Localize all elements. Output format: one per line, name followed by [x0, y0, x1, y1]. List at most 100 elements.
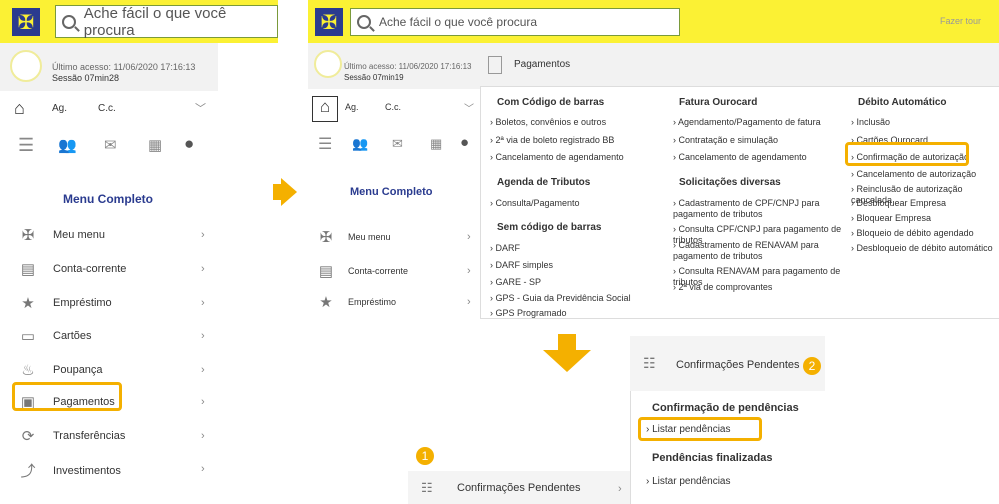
- bb-menu-icon: ✠: [21, 227, 35, 244]
- step-badge-1: 1: [416, 447, 434, 465]
- payment-link[interactable]: › Desbloquear Empresa: [851, 198, 946, 209]
- agency-label: Ag.: [345, 102, 359, 112]
- payment-link[interactable]: › Cancelamento de agendamento: [490, 152, 624, 163]
- payment-link[interactable]: › Agendamento/Pagamento de fatura: [673, 117, 821, 128]
- chevron-right-icon: ›: [201, 330, 205, 342]
- arrow-right-icon: [281, 178, 297, 206]
- payments-title: Pagamentos: [514, 59, 571, 70]
- bb-logo-icon[interactable]: ✠: [12, 8, 40, 36]
- col1-heading-3: Sem código de barras: [497, 222, 602, 233]
- hamburger-icon[interactable]: ☰: [318, 134, 332, 154]
- star-icon: ★: [319, 294, 333, 311]
- pend-heading-2: Pendências finalizadas: [652, 452, 773, 464]
- pend-heading-1: Confirmação de pendências: [652, 402, 799, 414]
- menu-item-poupanca[interactable]: ♨ Poupança: [18, 361, 102, 379]
- people-icon[interactable]: 👥: [352, 136, 368, 152]
- chevron-right-icon: ›: [201, 297, 205, 309]
- chat-icon[interactable]: ●: [184, 134, 194, 154]
- highlight-listar: [638, 417, 762, 441]
- menu-item-cartoes[interactable]: ▭ Cartões: [18, 327, 92, 345]
- payment-link[interactable]: › 2ª via de comprovantes: [673, 282, 772, 293]
- agency-label: Ag.: [52, 103, 68, 114]
- avatar[interactable]: [10, 50, 42, 82]
- payment-link[interactable]: › GARE - SP: [490, 277, 541, 288]
- search-input-2[interactable]: Ache fácil o que você procura: [350, 8, 680, 36]
- star-icon: ★: [21, 295, 35, 312]
- payment-link[interactable]: › Cadastramento de RENAVAM para pagament…: [673, 240, 848, 262]
- payment-link[interactable]: › 2ª via de boleto registrado BB: [490, 135, 614, 146]
- payment-link[interactable]: › Contratação e simulação: [673, 135, 778, 146]
- search-placeholder: Ache fácil o que você procura: [83, 4, 227, 39]
- chevron-down-icon[interactable]: ﹀: [195, 100, 206, 116]
- payment-link[interactable]: › Desbloqueio de débito automático: [851, 243, 993, 254]
- checklist-icon: ☷: [643, 355, 656, 371]
- payment-link[interactable]: › Inclusão: [851, 117, 890, 128]
- col1-heading-1: Com Código de barras: [497, 97, 605, 108]
- menu-item-emprestimo[interactable]: ★ Empréstimo: [316, 293, 396, 311]
- mail-icon[interactable]: ✉: [104, 136, 117, 154]
- chart-icon: ⤴: [20, 463, 36, 480]
- listar-pendencias-link-2[interactable]: › Listar pendências: [646, 476, 731, 487]
- session-time: Sessão 07min28: [52, 73, 120, 83]
- last-access: Último acesso: 11/06/2020 17:16:13: [344, 62, 472, 71]
- chevron-right-icon: ›: [201, 364, 205, 376]
- search-input[interactable]: Ache fácil o que você procura: [55, 4, 278, 39]
- col2-heading-2: Solicitações diversas: [679, 177, 781, 188]
- arrow-down-stem: [558, 334, 576, 351]
- payment-link[interactable]: › DARF simples: [490, 260, 553, 271]
- col1-heading-2: Agenda de Tributos: [497, 177, 591, 188]
- payment-link[interactable]: › DARF: [490, 243, 520, 254]
- session-time: Sessão 07min19: [344, 73, 404, 82]
- menu-title: Menu Completo: [63, 192, 153, 206]
- building-icon[interactable]: ▦: [148, 136, 162, 154]
- menu-item-meu-menu[interactable]: ✠ Meu menu: [18, 226, 105, 244]
- bb-logo-icon[interactable]: ✠: [315, 8, 343, 36]
- checklist-icon: ☷: [421, 480, 433, 495]
- confirmacoes-label: Confirmações Pendentes: [457, 482, 581, 494]
- search-placeholder: Ache fácil o que você procura: [379, 15, 538, 29]
- account-label: C.c.: [98, 103, 116, 114]
- chat-icon[interactable]: ●: [460, 134, 469, 151]
- transfer-icon: ⟳: [21, 428, 35, 445]
- building-icon[interactable]: ▦: [430, 136, 442, 152]
- arrow-right-stem: [273, 184, 282, 200]
- menu-item-conta-corrente[interactable]: ▤ Conta-corrente: [316, 262, 408, 280]
- payment-link[interactable]: › Cancelamento de autorização: [851, 169, 976, 180]
- menu-item-investimentos[interactable]: ⤴ Investimentos: [18, 460, 120, 481]
- menu-item-meu-menu[interactable]: ✠ Meu menu: [316, 228, 391, 246]
- payment-link[interactable]: › Cancelamento de agendamento: [673, 152, 807, 163]
- home-icon[interactable]: ⌂: [312, 96, 338, 122]
- payment-link[interactable]: › Consulta/Pagamento: [490, 198, 580, 209]
- menu-item-conta-corrente[interactable]: ▤ Conta-corrente: [18, 260, 126, 278]
- mail-icon[interactable]: ✉: [392, 136, 403, 152]
- piggy-icon: ♨: [21, 362, 35, 379]
- account-label: C.c.: [385, 102, 402, 112]
- step-badge-2: 2: [803, 357, 821, 375]
- last-access: Último acesso: 11/06/2020 17:16:13: [52, 62, 196, 72]
- payment-link[interactable]: › Bloqueio de débito agendado: [851, 228, 974, 239]
- bb-menu-icon: ✠: [319, 229, 333, 246]
- chevron-down-icon[interactable]: ﹀: [464, 100, 474, 115]
- search-icon: [62, 14, 76, 29]
- menu-item-transferencias[interactable]: ⟳ Transferências: [18, 427, 126, 445]
- search-icon: [357, 15, 371, 29]
- payment-link[interactable]: › Cadastramento de CPF/CNPJ para pagamen…: [673, 198, 848, 220]
- payment-link[interactable]: › GPS Programado: [490, 308, 567, 319]
- chevron-right-icon: ›: [467, 231, 471, 243]
- arrow-down-icon: [543, 350, 591, 372]
- people-icon[interactable]: 👥: [58, 136, 77, 154]
- payment-link[interactable]: › GPS - Guia da Previdência Social: [490, 293, 631, 304]
- fazer-tour-link[interactable]: Fazer tour: [940, 16, 981, 26]
- highlight-pagamentos: [12, 382, 122, 411]
- hamburger-icon[interactable]: ☰: [18, 135, 34, 156]
- payment-icon: [488, 56, 502, 74]
- submenu-title: Confirmações Pendentes: [676, 359, 800, 371]
- home-icon[interactable]: ⌂: [14, 98, 25, 119]
- avatar[interactable]: [314, 50, 342, 78]
- chevron-right-icon: ›: [201, 263, 205, 275]
- menu-item-emprestimo[interactable]: ★ Empréstimo: [18, 294, 111, 312]
- col2-heading-1: Fatura Ourocard: [679, 97, 758, 108]
- payment-link[interactable]: › Boletos, convênios e outros: [490, 117, 606, 128]
- payment-link[interactable]: › Bloquear Empresa: [851, 213, 931, 224]
- chevron-right-icon: ›: [201, 229, 205, 241]
